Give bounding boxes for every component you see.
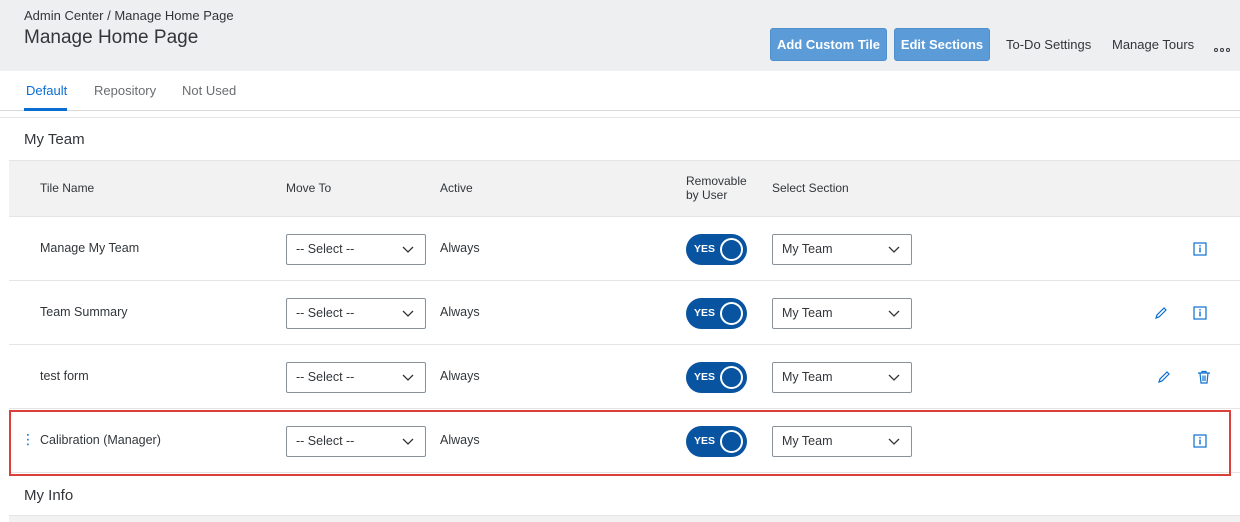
tile-name: Calibration (Manager) <box>40 433 161 447</box>
toggle-knob <box>720 430 743 453</box>
table-row: Manage My Team -- Select -- Always YES M… <box>9 217 1240 281</box>
section-value: My Team <box>782 370 833 384</box>
table-header: Tile Name Move To Active Removable by Us… <box>9 160 1240 217</box>
breadcrumb[interactable]: Admin Center / Manage Home Page <box>24 8 234 23</box>
section-select[interactable]: My Team <box>772 298 912 329</box>
removable-toggle[interactable]: YES <box>686 426 747 457</box>
removable-toggle[interactable]: YES <box>686 362 747 393</box>
column-header-removable-line2: by User <box>686 188 728 202</box>
divider <box>0 117 1240 118</box>
section-select[interactable]: My Team <box>772 234 912 265</box>
section-select[interactable]: My Team <box>772 426 912 457</box>
table-row: ⋮ Calibration (Manager) -- Select -- Alw… <box>9 409 1240 473</box>
section-value: My Team <box>782 242 833 256</box>
active-value: Always <box>440 305 480 319</box>
toggle-knob <box>720 366 743 389</box>
info-icon[interactable] <box>1192 241 1208 257</box>
delete-icon[interactable] <box>1196 369 1212 385</box>
section-value: My Team <box>782 306 833 320</box>
section-select[interactable]: My Team <box>772 362 912 393</box>
info-icon[interactable] <box>1192 433 1208 449</box>
move-to-value: -- Select -- <box>296 242 355 256</box>
toggle-label: YES <box>694 371 716 383</box>
column-header-removable: Removable by User <box>686 174 747 202</box>
column-header-removable-line1: Removable <box>686 174 747 188</box>
tile-name: Manage My Team <box>40 241 140 255</box>
move-to-value: -- Select -- <box>296 434 355 448</box>
toggle-label: YES <box>694 435 716 447</box>
table-header-partial <box>9 515 1240 522</box>
page-title: Manage Home Page <box>24 27 199 48</box>
tab-not-used[interactable]: Not Used <box>182 83 236 98</box>
chevron-down-icon <box>888 438 900 445</box>
column-header-select-section: Select Section <box>772 181 849 195</box>
move-to-select[interactable]: -- Select -- <box>286 298 426 329</box>
table-row: Team Summary -- Select -- Always YES My … <box>9 281 1240 345</box>
manage-tours-button[interactable]: Manage Tours <box>1112 28 1194 61</box>
column-header-tile-name: Tile Name <box>40 181 95 195</box>
column-header-active: Active <box>440 181 473 195</box>
table-row: test form -- Select -- Always YES My Tea… <box>9 345 1240 409</box>
column-header-move-to: Move To <box>286 181 332 195</box>
toggle-label: YES <box>694 307 716 319</box>
toggle-label: YES <box>694 243 716 255</box>
tab-bar: Default Repository Not Used <box>0 71 1240 111</box>
chevron-down-icon <box>888 310 900 317</box>
edit-icon[interactable] <box>1153 305 1169 321</box>
section-title-my-info: My Info <box>24 487 74 504</box>
active-value: Always <box>440 241 480 255</box>
todo-settings-button[interactable]: To-Do Settings <box>1006 28 1091 61</box>
removable-toggle[interactable]: YES <box>686 298 747 329</box>
more-horizontal-icon[interactable] <box>1212 38 1232 52</box>
toggle-knob <box>720 302 743 325</box>
chevron-down-icon <box>888 374 900 381</box>
add-custom-tile-button[interactable]: Add Custom Tile <box>770 28 887 61</box>
move-to-select[interactable]: -- Select -- <box>286 234 426 265</box>
edit-icon[interactable] <box>1156 369 1172 385</box>
chevron-down-icon <box>888 246 900 253</box>
tile-name: Team Summary <box>40 305 128 319</box>
info-icon[interactable] <box>1192 305 1208 321</box>
section-title-my-team: My Team <box>24 131 85 148</box>
section-value: My Team <box>782 434 833 448</box>
tab-default[interactable]: Default <box>26 83 67 98</box>
drag-handle-icon[interactable]: ⋮ <box>21 431 35 448</box>
chevron-down-icon <box>402 374 414 381</box>
chevron-down-icon <box>402 310 414 317</box>
chevron-down-icon <box>402 438 414 445</box>
tab-repository[interactable]: Repository <box>94 83 156 98</box>
tile-name: test form <box>40 369 89 383</box>
move-to-value: -- Select -- <box>296 370 355 384</box>
edit-sections-button[interactable]: Edit Sections <box>894 28 990 61</box>
move-to-select[interactable]: -- Select -- <box>286 362 426 393</box>
move-to-select[interactable]: -- Select -- <box>286 426 426 457</box>
chevron-down-icon <box>402 246 414 253</box>
page-header: Admin Center / Manage Home Page Manage H… <box>0 0 1240 71</box>
active-value: Always <box>440 369 480 383</box>
move-to-value: -- Select -- <box>296 306 355 320</box>
removable-toggle[interactable]: YES <box>686 234 747 265</box>
active-tab-indicator <box>24 108 67 111</box>
toggle-knob <box>720 238 743 261</box>
active-value: Always <box>440 433 480 447</box>
